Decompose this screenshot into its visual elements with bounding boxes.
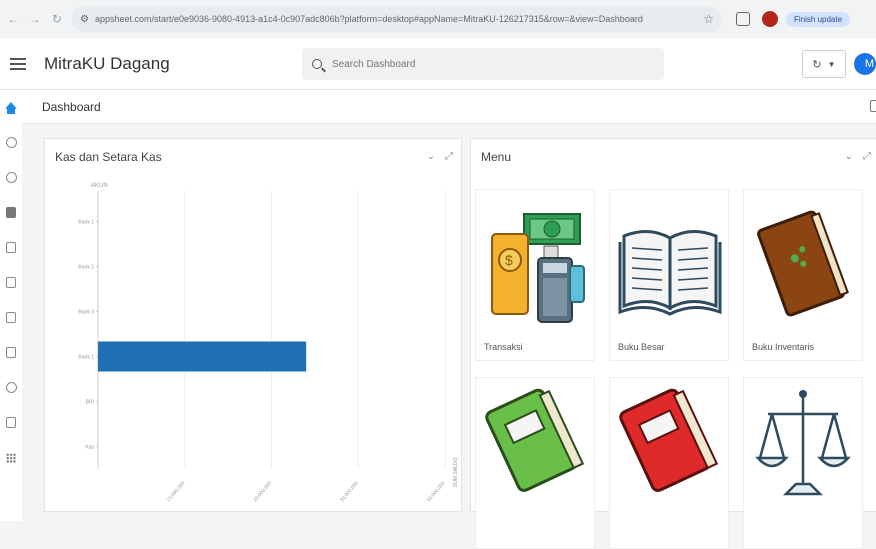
menu-hamburger-icon[interactable] [10, 57, 26, 70]
sidebar-item-11[interactable] [0, 440, 22, 475]
red-book-icon [619, 388, 719, 492]
sidebar-item-6[interactable] [0, 265, 22, 300]
sidebar-item-9[interactable] [0, 370, 22, 405]
page-title: Dashboard [42, 99, 101, 114]
apps-grid-icon [6, 452, 16, 463]
menu-panel-title: Menu [481, 150, 512, 164]
sidebar-item-8[interactable] [0, 335, 22, 370]
menu-panel-header: Menu ⌄ ⤢ [471, 139, 876, 175]
receipt-icon [6, 277, 16, 288]
sync-button[interactable]: ↻ ▼ [802, 50, 846, 78]
chevron-down-icon: ▼ [827, 59, 836, 69]
search-icon [312, 59, 322, 69]
menu-panel: Menu ⌄ ⤢ $ Transaksi Buku Besar Buku Inv… [470, 138, 876, 549]
search-input[interactable] [332, 58, 654, 70]
sidebar-item-3[interactable] [0, 160, 22, 195]
browser-toolbar: ← → ↻ ⚙ appsheet.com/start/e0e9036-9080-… [0, 0, 876, 38]
chat-icon [6, 417, 16, 428]
svg-text:$: $ [505, 252, 513, 268]
profile-avatar[interactable] [762, 11, 778, 27]
chart-x-axis-label: SUM SALDO [453, 457, 459, 487]
site-info-icon[interactable]: ⚙ [80, 14, 89, 25]
menu-item-scale[interactable] [743, 377, 863, 549]
menu-item-buku-inventaris[interactable]: Buku Inventaris [743, 189, 863, 361]
money-payment-icon: $ [491, 213, 585, 323]
sidebar [0, 90, 22, 521]
user-avatar[interactable]: M [854, 53, 876, 75]
inventory-icon [6, 242, 16, 253]
chart-category-label: Bank 3 [78, 310, 94, 316]
chart-top-label: AKUN [91, 183, 108, 189]
menu-panel-tools: ⌄ ⤢ [845, 151, 871, 162]
history-icon [5, 172, 17, 183]
green-book-icon [485, 388, 585, 492]
book-icon [6, 207, 16, 218]
chart-bar [98, 341, 307, 372]
sidebar-item-home[interactable] [0, 90, 22, 125]
sidebar-item-5[interactable] [0, 230, 22, 265]
sidebar-item-10[interactable] [0, 405, 22, 440]
export-icon[interactable] [870, 100, 876, 112]
chart-category-label: Bank 1 [78, 355, 94, 361]
back-arrow-icon[interactable]: ← [6, 12, 20, 26]
chart-x-tick-label: 40,000,000 [426, 480, 447, 503]
browser-nav: ← → ↻ [0, 12, 64, 26]
extensions-icon[interactable] [736, 12, 750, 26]
menu-item-red-book[interactable] [609, 377, 729, 549]
finish-update-button[interactable]: Finish update [786, 11, 851, 27]
chart-x-tick-label: 10,000,000 [166, 480, 187, 503]
open-book-icon [618, 230, 722, 316]
app-title: MitraKU Dagang [44, 53, 170, 73]
menu-item-green-book[interactable] [475, 377, 595, 549]
sync-icon: ↻ [812, 58, 822, 71]
header-actions: ↻ ▼ M [802, 50, 876, 78]
menu-item-label: Transaksi [484, 342, 523, 352]
menu-item-label: Buku Inventaris [752, 342, 815, 352]
url-text[interactable]: appsheet.com/start/e0e9036-9080-4913-a1c… [95, 14, 697, 24]
brown-book-icon [757, 210, 849, 317]
chart-x-tick-label: 20,000,000 [252, 480, 273, 503]
home-icon [5, 102, 17, 114]
sidebar-item-2[interactable] [0, 125, 22, 160]
forward-arrow-icon[interactable]: → [28, 12, 42, 26]
chart-category-label: Bank 1 [78, 220, 94, 226]
chart-x-tick-label: 30,000,000 [339, 480, 360, 503]
chart-category-label: Bank 2 [78, 265, 94, 271]
kas-bar-chart: AKUN Bank 1 Bank 2 Bank 3 Bank 1 BRI Kas 10,000… [78, 183, 459, 503]
search-box[interactable] [302, 48, 664, 80]
sidebar-item-4[interactable] [0, 195, 22, 230]
expand-icon[interactable]: ⤢ [863, 151, 871, 162]
app-header: MitraKU Dagang ↻ ▼ M [0, 38, 876, 90]
kas-panel: Kas dan Setara Kas ⌄ ⤢ AKUN Bank 1 Bank 2B… [44, 138, 462, 512]
balance-scale-icon [755, 390, 851, 496]
chart-category-label: BRI [86, 400, 94, 406]
breadcrumb: Dashboard [22, 90, 876, 124]
sidebar-item-7[interactable] [0, 300, 22, 335]
menu-item-label: Buku Besar [618, 342, 665, 352]
menu-item-buku-besar[interactable]: Buku Besar [609, 189, 729, 361]
collapse-icon[interactable]: ⌄ [845, 151, 853, 162]
menu-item-transaksi[interactable]: $ Transaksi [475, 189, 595, 361]
address-bar[interactable]: ⚙ appsheet.com/start/e0e9036-9080-4913-a… [72, 6, 722, 32]
chart-category-label: Kas [85, 445, 94, 451]
reload-icon[interactable]: ↻ [50, 12, 64, 26]
settings-icon [5, 137, 17, 148]
calculator-icon [6, 312, 16, 323]
bookmark-star-icon[interactable]: ☆ [703, 12, 714, 26]
document-icon [6, 347, 16, 358]
info-icon [5, 382, 17, 393]
avatar-initial: M [864, 58, 874, 70]
